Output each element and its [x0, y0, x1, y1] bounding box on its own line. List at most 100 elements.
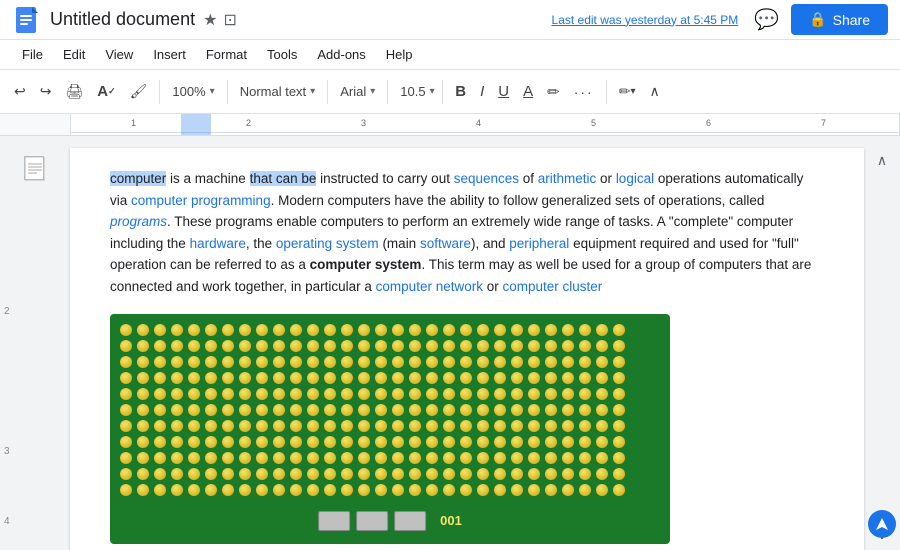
- chip-dot: [205, 420, 217, 432]
- chip-dot: [409, 372, 421, 384]
- link-arithmetic[interactable]: arithmetic: [538, 171, 597, 186]
- chip-dot: [358, 324, 370, 336]
- chip-dot: [596, 356, 608, 368]
- font-color-button[interactable]: A: [517, 79, 539, 104]
- chip-dot: [188, 340, 200, 352]
- chip-dot: [562, 404, 574, 416]
- font-dropdown[interactable]: Arial ▾: [334, 81, 381, 102]
- chip-dot: [137, 420, 149, 432]
- link-computer-network[interactable]: computer network: [376, 279, 483, 294]
- chip-dot: [426, 372, 438, 384]
- chip-dot: [409, 340, 421, 352]
- link-os[interactable]: operating system: [276, 236, 379, 251]
- bold-button[interactable]: B: [449, 79, 472, 104]
- title-bar: Untitled document ★ ⊡ Last edit was yest…: [0, 0, 900, 40]
- chip-dot: [205, 340, 217, 352]
- chip-dot: [137, 340, 149, 352]
- highlight-button[interactable]: ✏: [541, 79, 566, 105]
- chip-dot: [171, 468, 183, 480]
- share-button[interactable]: 🔒 Share: [791, 4, 888, 35]
- redo-button[interactable]: ↪: [34, 79, 58, 104]
- content-area: 2 3 4 computer is a machine that can be …: [0, 136, 900, 550]
- link-logical[interactable]: logical: [616, 171, 654, 186]
- chip-dot: [290, 484, 302, 496]
- chip-label: 001: [440, 511, 462, 532]
- more-formatting-button[interactable]: ···: [568, 80, 600, 104]
- chip-dot: [324, 324, 336, 336]
- collapse-toolbar-button[interactable]: ∧: [643, 79, 665, 104]
- paintformat-button[interactable]: 🖌: [124, 79, 154, 104]
- star-icon[interactable]: ★: [203, 10, 217, 30]
- chip-dot: [341, 484, 353, 496]
- chip-dot: [375, 340, 387, 352]
- chip-dot: [613, 340, 625, 352]
- style-dropdown[interactable]: Normal text ▾: [234, 81, 322, 102]
- chip-dot: [409, 484, 421, 496]
- chip-dot: [358, 404, 370, 416]
- link-hardware[interactable]: hardware: [190, 236, 246, 251]
- document-title[interactable]: Untitled document: [50, 9, 195, 30]
- chip-dot: [154, 484, 166, 496]
- chip-dot: [375, 372, 387, 384]
- chip-dot: [443, 404, 455, 416]
- chip-dot: [188, 388, 200, 400]
- selected-text: computer: [110, 171, 166, 186]
- scroll-up-button[interactable]: ∧: [870, 148, 894, 172]
- link-computer-cluster[interactable]: computer cluster: [502, 279, 602, 294]
- link-sequences[interactable]: sequences: [454, 171, 519, 186]
- chip-dot: [528, 436, 540, 448]
- zoom-dropdown[interactable]: 100% ▾: [166, 81, 220, 102]
- menu-tools[interactable]: Tools: [257, 43, 307, 66]
- menu-help[interactable]: Help: [376, 43, 423, 66]
- chip-dot: [409, 452, 421, 464]
- chip-dot: [222, 468, 234, 480]
- spellcheck-button[interactable]: A✓: [91, 79, 121, 104]
- chip-dot: [426, 388, 438, 400]
- chip-dot: [307, 468, 319, 480]
- font-size-dropdown[interactable]: 10.5 ▾: [394, 81, 436, 102]
- chip-dot: [171, 452, 183, 464]
- font-caret: ▾: [370, 86, 375, 97]
- print-button[interactable]: 🖨: [59, 79, 89, 104]
- chip-dot: [256, 484, 268, 496]
- link-peripheral[interactable]: peripheral: [509, 236, 569, 251]
- chip-dot: [239, 340, 251, 352]
- chip-dot: [477, 420, 489, 432]
- chip-dot: [222, 340, 234, 352]
- chip-dot: [579, 324, 591, 336]
- navigator-button[interactable]: [868, 510, 896, 538]
- lock-icon: 🔒: [809, 11, 826, 28]
- italic-button[interactable]: I: [474, 79, 490, 104]
- chip-dot: [375, 388, 387, 400]
- menu-format[interactable]: Format: [196, 43, 257, 66]
- chip-dot: [256, 388, 268, 400]
- menu-edit[interactable]: Edit: [53, 43, 95, 66]
- chip-dot: [477, 356, 489, 368]
- undo-button[interactable]: ↩: [8, 79, 32, 104]
- link-programs[interactable]: programs: [110, 214, 167, 229]
- svg-text:1: 1: [131, 118, 136, 128]
- chip-dot: [613, 356, 625, 368]
- page-structure-icon[interactable]: [24, 156, 44, 180]
- comment-button[interactable]: 💬: [754, 7, 779, 32]
- chip-dot: [341, 340, 353, 352]
- svg-text:5: 5: [591, 118, 596, 128]
- document-content[interactable]: computer is a machine that can be instru…: [70, 148, 864, 550]
- edit-pencil-button[interactable]: ✏ ▾: [613, 79, 642, 104]
- menu-insert[interactable]: Insert: [143, 43, 196, 66]
- chip-dot: [562, 452, 574, 464]
- underline-button[interactable]: U: [492, 79, 515, 104]
- chip-dot: [358, 484, 370, 496]
- menu-view[interactable]: View: [95, 43, 143, 66]
- menu-addons[interactable]: Add-ons: [307, 43, 375, 66]
- chip-dot: [511, 324, 523, 336]
- link-software[interactable]: software: [420, 236, 471, 251]
- ruler: 1 2 3 4 5 6 7: [0, 114, 900, 136]
- chip-dot: [477, 388, 489, 400]
- chip-dot: [120, 372, 132, 384]
- menu-file[interactable]: File: [12, 43, 53, 66]
- drive-folder-icon[interactable]: ⊡: [223, 10, 236, 30]
- chip-dot: [239, 468, 251, 480]
- chip-dot: [154, 436, 166, 448]
- link-computer-programming[interactable]: computer programming: [131, 193, 271, 208]
